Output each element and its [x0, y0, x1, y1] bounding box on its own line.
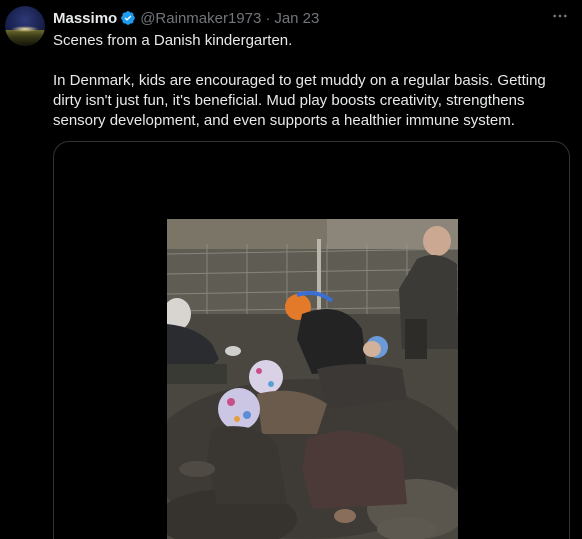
- media-container[interactable]: [53, 141, 570, 539]
- avatar-landscape: [5, 30, 45, 46]
- avatar[interactable]: [5, 6, 45, 46]
- tweet-paragraph-1: Scenes from a Danish kindergarten.: [53, 32, 293, 49]
- tweet-paragraph-2: In Denmark, kids are encouraged to get m…: [53, 72, 546, 129]
- verified-badge-icon[interactable]: [120, 10, 136, 26]
- author-handle[interactable]: @Rainmaker1973: [140, 10, 261, 27]
- video-frame[interactable]: [167, 219, 458, 539]
- tweet-date[interactable]: Jan 23: [274, 10, 319, 27]
- tweet-header: Massimo @Rainmaker1973 · Jan 23: [53, 8, 319, 28]
- tweet[interactable]: Massimo @Rainmaker1973 · Jan 23 Scenes f…: [0, 0, 582, 539]
- header-separator: ·: [265, 9, 271, 27]
- tweet-text: Scenes from a Danish kindergarten. In De…: [53, 31, 565, 131]
- author-name[interactable]: Massimo: [53, 10, 117, 27]
- video-still-illustration: [167, 219, 458, 539]
- avatar-horizon-glow: [11, 26, 39, 32]
- more-horizontal-icon[interactable]: [550, 6, 570, 26]
